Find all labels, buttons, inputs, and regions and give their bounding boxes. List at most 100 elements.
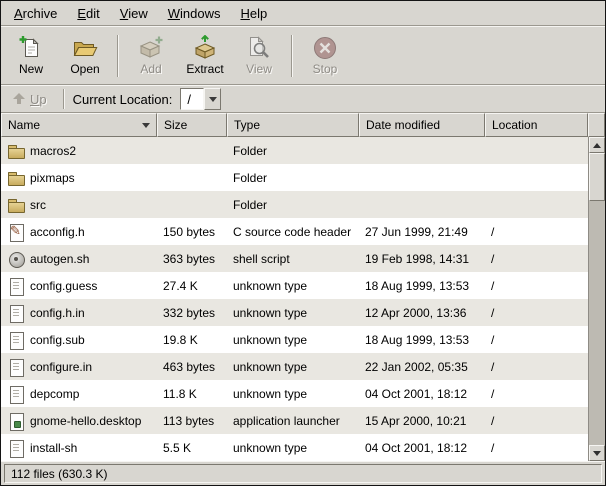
add-files-icon xyxy=(138,35,164,61)
folder-icon xyxy=(7,142,25,160)
location-dropdown-button[interactable] xyxy=(204,88,221,110)
file-row[interactable]: depcomp 11.8 Kunknown type04 Oct 2001, 18… xyxy=(1,380,588,407)
file-row[interactable]: config.h.in 332 bytesunknown type12 Apr 2… xyxy=(1,299,588,326)
up-button: Up xyxy=(5,90,55,109)
file-row[interactable]: srcFolder xyxy=(1,191,588,218)
cell-size: 463 bytes xyxy=(157,353,227,380)
cell-location xyxy=(485,164,588,191)
column-header-location[interactable]: Location xyxy=(485,113,588,137)
column-header-size[interactable]: Size xyxy=(157,113,227,137)
document-icon xyxy=(7,439,25,457)
cell-size xyxy=(157,164,227,191)
vertical-scrollbar[interactable] xyxy=(588,137,605,461)
new-button[interactable]: New xyxy=(4,29,58,83)
cell-type: unknown type xyxy=(227,326,359,353)
cell-date-modified: 12 Apr 2000, 13:36 xyxy=(359,299,485,326)
menu-view[interactable]: View xyxy=(110,2,158,25)
file-row[interactable]: config.guess27.4 Kunknown type18 Aug 199… xyxy=(1,272,588,299)
cell-size: 11.8 K xyxy=(157,380,227,407)
cell-location xyxy=(485,137,588,164)
header-filler xyxy=(588,113,605,137)
file-row[interactable]: install-sh5.5 Kunknown type04 Oct 2001, … xyxy=(1,434,588,461)
stop-button: Stop xyxy=(298,29,352,83)
file-row[interactable]: macros2Folder xyxy=(1,137,588,164)
file-list: macros2FolderpixmapsFoldersrcFolder accon… xyxy=(1,137,588,461)
view-button: View xyxy=(232,29,286,83)
cell-date-modified: 19 Feb 1998, 14:31 xyxy=(359,245,485,272)
cell-size xyxy=(157,137,227,164)
toolbar-separator xyxy=(117,35,119,77)
column-header-label: Size xyxy=(164,118,187,132)
extract-button[interactable]: Extract xyxy=(178,29,232,83)
cell-location: / xyxy=(485,245,588,272)
location-combo[interactable]: / xyxy=(180,88,221,110)
file-row[interactable]: config.sub19.8 Kunknown type18 Aug 1999,… xyxy=(1,326,588,353)
cell-date-modified: 04 Oct 2001, 18:12 xyxy=(359,380,485,407)
menu-windows[interactable]: Windows xyxy=(158,2,231,25)
cell-name: config.h.in xyxy=(1,299,157,326)
toolbar: NewOpenAddExtractViewStop xyxy=(1,26,605,85)
cell-date-modified: 22 Jan 2002, 05:35 xyxy=(359,353,485,380)
file-row[interactable]: autogen.sh363 bytesshell script19 Feb 19… xyxy=(1,245,588,272)
toolbar-separator xyxy=(291,35,293,77)
cell-name: configure.in xyxy=(1,353,157,380)
file-row[interactable]: gnome-hello.desktop113 bytesapplication … xyxy=(1,407,588,434)
document-icon xyxy=(7,277,25,295)
cell-name: depcomp xyxy=(1,380,157,407)
file-name: autogen.sh xyxy=(30,252,89,266)
file-row[interactable]: pixmapsFolder xyxy=(1,164,588,191)
cell-type: Folder xyxy=(227,164,359,191)
cell-type: unknown type xyxy=(227,299,359,326)
file-row[interactable]: acconfig.h150 bytesC source code header2… xyxy=(1,218,588,245)
menu-archive[interactable]: Archive xyxy=(4,2,67,25)
scroll-up-button[interactable] xyxy=(589,137,605,153)
document-icon xyxy=(7,385,25,403)
cell-name: config.guess xyxy=(1,272,157,299)
cell-type: unknown type xyxy=(227,272,359,299)
document-icon xyxy=(7,304,25,322)
column-header-label: Location xyxy=(492,118,537,132)
file-row[interactable]: configure.in463 bytesunknown type22 Jan … xyxy=(1,353,588,380)
up-triangle-icon xyxy=(593,143,601,148)
cell-type: Folder xyxy=(227,137,359,164)
stop-icon xyxy=(312,35,338,61)
open-button[interactable]: Open xyxy=(58,29,112,83)
menu-edit[interactable]: Edit xyxy=(67,2,109,25)
cell-name: install-sh xyxy=(1,434,157,461)
scrollbar-thumb[interactable] xyxy=(589,153,605,201)
cell-size: 332 bytes xyxy=(157,299,227,326)
cell-size: 150 bytes xyxy=(157,218,227,245)
toolbar-button-label: Extract xyxy=(186,62,223,76)
cell-type: unknown type xyxy=(227,380,359,407)
menu-help[interactable]: Help xyxy=(230,2,277,25)
file-name: depcomp xyxy=(30,387,79,401)
scrollbar-trough[interactable] xyxy=(589,201,605,445)
cell-date-modified xyxy=(359,191,485,218)
scroll-down-button[interactable] xyxy=(589,445,605,461)
cell-type: C source code header xyxy=(227,218,359,245)
location-value[interactable]: / xyxy=(180,88,204,110)
cell-date-modified: 18 Aug 1999, 13:53 xyxy=(359,272,485,299)
cell-location: / xyxy=(485,299,588,326)
column-header-label: Name xyxy=(8,118,40,132)
column-header-type[interactable]: Type xyxy=(227,113,359,137)
column-header-name[interactable]: Name xyxy=(1,113,157,137)
cell-type: application launcher xyxy=(227,407,359,434)
file-name: acconfig.h xyxy=(30,225,85,239)
folder-icon xyxy=(7,196,25,214)
table-header: Name Size TypeDate modified Location xyxy=(1,113,605,137)
column-header-date-modified[interactable]: Date modified xyxy=(359,113,485,137)
launcher-icon xyxy=(7,412,25,430)
cell-type: unknown type xyxy=(227,353,359,380)
cell-type: unknown type xyxy=(227,434,359,461)
file-name: config.h.in xyxy=(30,306,85,320)
status-bar: 112 files (630.3 K) xyxy=(1,461,605,485)
cell-size: 363 bytes xyxy=(157,245,227,272)
cell-location: / xyxy=(485,353,588,380)
cell-location: / xyxy=(485,218,588,245)
document-icon xyxy=(7,331,25,349)
cell-size: 19.8 K xyxy=(157,326,227,353)
cell-date-modified xyxy=(359,137,485,164)
status-box: 112 files (630.3 K) xyxy=(4,464,602,483)
table-body: macros2FolderpixmapsFoldersrcFolder accon… xyxy=(1,137,605,461)
